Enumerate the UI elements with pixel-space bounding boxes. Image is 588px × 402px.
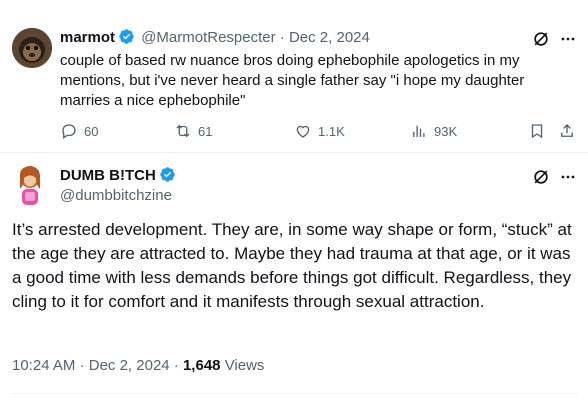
more-icon[interactable] (558, 29, 578, 54)
repost-icon (176, 124, 190, 138)
main-tweet-text: It’s arrested development. They are, in … (12, 220, 572, 311)
stamp-separator: · (79, 357, 85, 374)
main-author-avatar[interactable] (14, 165, 46, 209)
reply-icon (62, 124, 76, 140)
section-divider (0, 152, 588, 153)
quoted-separator: · (279, 29, 285, 46)
main-display-name[interactable]: DUMB B!TCH (60, 167, 156, 184)
quoted-tweet-text: couple of based rw nuance bros doing eph… (60, 52, 525, 109)
quoted-display-name[interactable]: marmot (60, 29, 115, 46)
reply-count: 60 (84, 123, 99, 139)
views-icon (413, 125, 425, 137)
tweet-date[interactable]: Dec 2, 2024 (89, 357, 170, 374)
quoted-author-avatar[interactable] (12, 28, 52, 68)
views-label: Views (224, 357, 265, 374)
like-button[interactable]: 1.1K (294, 122, 345, 140)
quoted-tweet-header: marmot @MarmotRespecter · Dec 2, 2024 (60, 28, 370, 46)
tweet-timestamp-row: 10:24 AM · Dec 2, 2024 · 1,648 Views (12, 357, 264, 374)
verified-badge-icon (118, 28, 135, 45)
bookmark-icon[interactable] (528, 122, 546, 145)
views-count: 93K (434, 123, 458, 139)
views-button[interactable]: 93K (410, 122, 457, 140)
like-count: 1.1K (318, 123, 345, 139)
repost-count: 61 (198, 123, 213, 139)
share-icon[interactable] (558, 122, 576, 145)
more-icon[interactable] (558, 167, 578, 192)
grok-icon[interactable] (531, 167, 551, 192)
reply-button[interactable]: 60 (60, 122, 98, 140)
quoted-handle[interactable]: @MarmotRespecter (141, 29, 275, 46)
views-count: 1,648 (182, 357, 221, 374)
bottom-divider (12, 393, 578, 394)
verified-badge-icon (159, 166, 176, 183)
main-handle[interactable]: @dumbbitchzine (60, 187, 172, 204)
stamp-separator: · (173, 357, 179, 374)
repost-button[interactable]: 61 (174, 122, 212, 140)
quoted-date[interactable]: Dec 2, 2024 (289, 29, 370, 46)
tweet-time[interactable]: 10:24 AM (12, 357, 75, 374)
like-icon (296, 125, 310, 138)
main-tweet-header: DUMB B!TCH (60, 166, 178, 184)
